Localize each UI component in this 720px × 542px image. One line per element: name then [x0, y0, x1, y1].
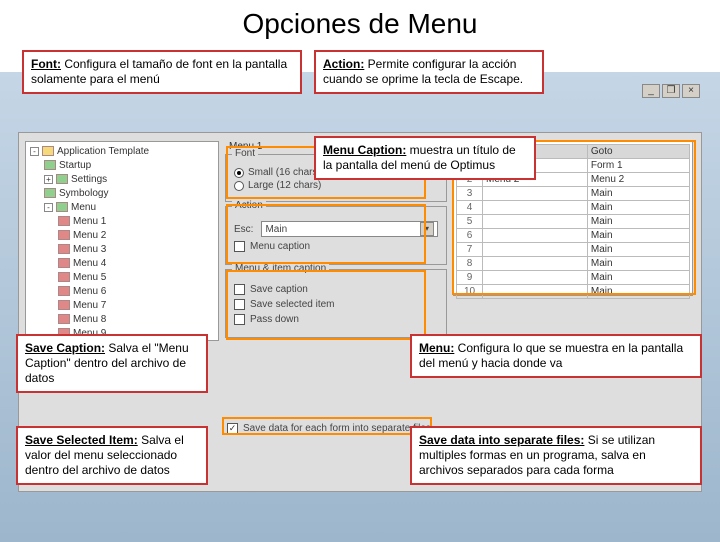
tree-item-menu[interactable]: Menu: [71, 202, 96, 213]
minimize-button[interactable]: _: [642, 84, 660, 98]
window-controls: _ ❐ ×: [642, 84, 700, 98]
tree-item[interactable]: Startup: [59, 160, 91, 171]
nav-tree[interactable]: -Application Template Startup +Settings …: [25, 141, 219, 341]
callout-menucaption: Menu Caption: muestra un título de la pa…: [314, 136, 536, 180]
page-title: Opciones de Menu: [0, 0, 720, 44]
tree-menu-item[interactable]: Menu 5: [73, 272, 106, 283]
callout-font: Font: Configura el tamaño de font en la …: [22, 50, 302, 94]
tree-menu-item[interactable]: Menu 4: [73, 258, 106, 269]
callout-menu: Menu: Configura lo que se muestra en la …: [410, 334, 702, 378]
highlight-mci: [226, 270, 426, 340]
close-button[interactable]: ×: [682, 84, 700, 98]
highlight-action: [226, 204, 426, 264]
highlight-savesep: [222, 417, 432, 435]
tree-menu-item[interactable]: Menu 3: [73, 244, 106, 255]
callout-action: Action: Permite configurar la acción cua…: [314, 50, 544, 94]
tree-menu-item[interactable]: Menu 6: [73, 286, 106, 297]
tree-menu-item[interactable]: Menu 2: [73, 230, 106, 241]
tree-menu-item[interactable]: Menu 7: [73, 300, 106, 311]
tree-menu-item[interactable]: Menu 8: [73, 314, 106, 325]
callout-sdsf: Save data into separate files: Si se uti…: [410, 426, 702, 485]
tree-item[interactable]: Settings: [71, 174, 107, 185]
tree-root[interactable]: Application Template: [57, 146, 149, 157]
callout-savecaption: Save Caption: Salva el "Menu Caption" de…: [16, 334, 208, 393]
tree-item[interactable]: Symbology: [59, 188, 108, 199]
maximize-button[interactable]: ❐: [662, 84, 680, 98]
tree-menu-item[interactable]: Menu 1: [73, 216, 106, 227]
callout-ssi: Save Selected Item: Salva el valor del m…: [16, 426, 208, 485]
